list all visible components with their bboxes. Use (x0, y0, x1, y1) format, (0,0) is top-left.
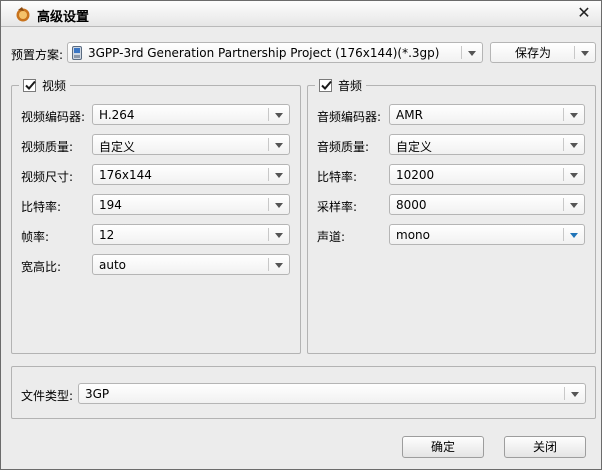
audio-quality-label: 音频质量: (317, 140, 370, 154)
audio-encoder-label: 音频编码器: (317, 110, 382, 124)
file-type-value: 3GP (85, 387, 110, 401)
preset-value: 3GPP-3rd Generation Partnership Project … (88, 46, 440, 60)
preset-label: 预置方案: (11, 48, 64, 62)
audio-group (307, 85, 596, 354)
audio-encoder-value: AMR (396, 108, 423, 122)
channel-value: mono (396, 228, 430, 242)
file-type-label: 文件类型: (21, 389, 74, 403)
chevron-down-icon (581, 51, 589, 56)
file-type-select[interactable]: 3GP (78, 383, 586, 404)
channel-select[interactable]: mono (389, 224, 585, 245)
close-icon[interactable]: ✕ (575, 4, 593, 22)
close-button[interactable]: 关闭 (504, 436, 586, 458)
video-bitrate-select[interactable]: 194 (92, 194, 290, 215)
chevron-down-icon (570, 233, 578, 238)
video-framerate-select[interactable]: 12 (92, 224, 290, 245)
preset-select[interactable]: 3GPP-3rd Generation Partnership Project … (67, 42, 483, 63)
title-bar: 高级设置 ✕ (1, 1, 601, 27)
save-as-label: 保存为 (514, 46, 551, 60)
video-title: 视频 (42, 78, 67, 93)
chevron-down-icon (570, 143, 578, 148)
video-size-label: 视频尺寸: (21, 170, 74, 184)
audio-quality-select[interactable]: 自定义 (389, 134, 585, 155)
video-framerate-label: 帧率: (21, 230, 50, 244)
channel-label: 声道: (317, 230, 346, 244)
chevron-down-icon (275, 113, 283, 118)
checkmark-icon (25, 80, 36, 90)
sample-rate-label: 采样率: (317, 200, 358, 214)
video-group-title: 视频 (19, 77, 71, 93)
audio-quality-value: 自定义 (396, 140, 433, 154)
audio-bitrate-label: 比特率: (317, 170, 358, 184)
video-encoder-label: 视频编码器: (21, 110, 86, 124)
chevron-down-icon (570, 173, 578, 178)
video-quality-value: 自定义 (99, 140, 136, 154)
video-enable-checkbox[interactable] (23, 78, 36, 92)
app-logo-icon (16, 7, 30, 22)
chevron-down-icon (275, 233, 283, 238)
video-encoder-value: H.264 (99, 108, 135, 122)
chevron-down-icon (275, 263, 283, 268)
video-framerate-value: 12 (99, 228, 115, 242)
window-title: 高级设置 (37, 10, 90, 25)
chevron-down-icon (468, 51, 476, 56)
audio-group-title: 音频 (315, 77, 367, 93)
phone-icon (72, 46, 82, 60)
video-quality-select[interactable]: 自定义 (92, 134, 290, 155)
video-quality-label: 视频质量: (21, 140, 74, 154)
audio-encoder-select[interactable]: AMR (389, 104, 585, 125)
audio-enable-checkbox[interactable] (319, 78, 332, 92)
advanced-settings-dialog: 高级设置 ✕ 预置方案: 3GPP-3rd Generation Partner… (0, 0, 602, 470)
aspect-ratio-select[interactable]: auto (92, 254, 290, 275)
chevron-down-icon (275, 143, 283, 148)
chevron-down-icon (275, 173, 283, 178)
audio-bitrate-value: 10200 (396, 168, 435, 182)
ok-button[interactable]: 确定 (402, 436, 484, 458)
aspect-ratio-label: 宽高比: (21, 260, 62, 274)
chevron-down-icon (275, 203, 283, 208)
chevron-down-icon (571, 392, 579, 397)
chevron-down-icon (570, 113, 578, 118)
video-group (11, 85, 301, 354)
aspect-ratio-value: auto (99, 258, 127, 272)
save-as-button[interactable]: 保存为 (490, 42, 596, 63)
video-size-select[interactable]: 176x144 (92, 164, 290, 185)
video-bitrate-value: 194 (99, 198, 122, 212)
chevron-down-icon (570, 203, 578, 208)
sample-rate-value: 8000 (396, 198, 427, 212)
audio-bitrate-select[interactable]: 10200 (389, 164, 585, 185)
checkmark-icon (321, 80, 332, 90)
video-bitrate-label: 比特率: (21, 200, 62, 214)
audio-title: 音频 (338, 78, 363, 93)
sample-rate-select[interactable]: 8000 (389, 194, 585, 215)
video-encoder-select[interactable]: H.264 (92, 104, 290, 125)
video-size-value: 176x144 (99, 168, 152, 182)
